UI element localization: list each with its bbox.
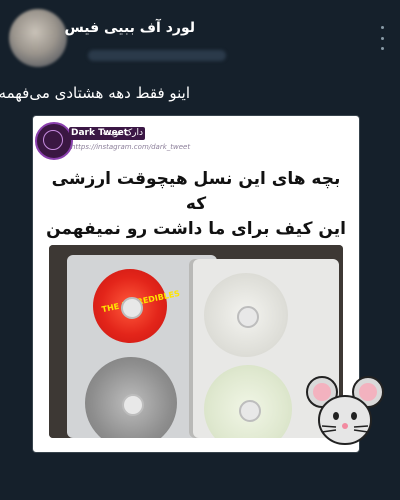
- white-disc-top: [204, 273, 288, 357]
- display-name[interactable]: لورد آف ببیی فیس: [65, 20, 195, 36]
- meme-caption: بچه های این نسل هیچوقت ارزشی که این کیف …: [41, 167, 351, 242]
- quoted-header: Dark Tweet دارک تویت https://instagram.c…: [33, 116, 359, 164]
- more-options-icon[interactable]: [378, 26, 386, 50]
- tweet-text: اینو فقط دهه هشتادی می‌فهمه :): [0, 84, 190, 102]
- cd-case-photo: THE INCREDIBLES: [49, 245, 343, 438]
- account-url: https://instagram.com/dark_tweet: [71, 143, 191, 151]
- account-name-fa: دارک تویت: [102, 128, 143, 138]
- caption-line-2: این کیف برای ما داشت رو نمیفهمن: [46, 219, 346, 239]
- incredibles-disc: THE INCREDIBLES: [93, 269, 181, 343]
- account-name-chip: Dark Tweet دارک تویت: [69, 127, 145, 140]
- mouse-sticker-icon: [306, 376, 384, 445]
- username-blurred: [88, 50, 226, 61]
- gray-disc: [85, 357, 177, 438]
- avatar[interactable]: [9, 9, 67, 67]
- caption-line-1: بچه های این نسل هیچوقت ارزشی که: [51, 169, 341, 214]
- dark-tweet-logo: [35, 122, 73, 160]
